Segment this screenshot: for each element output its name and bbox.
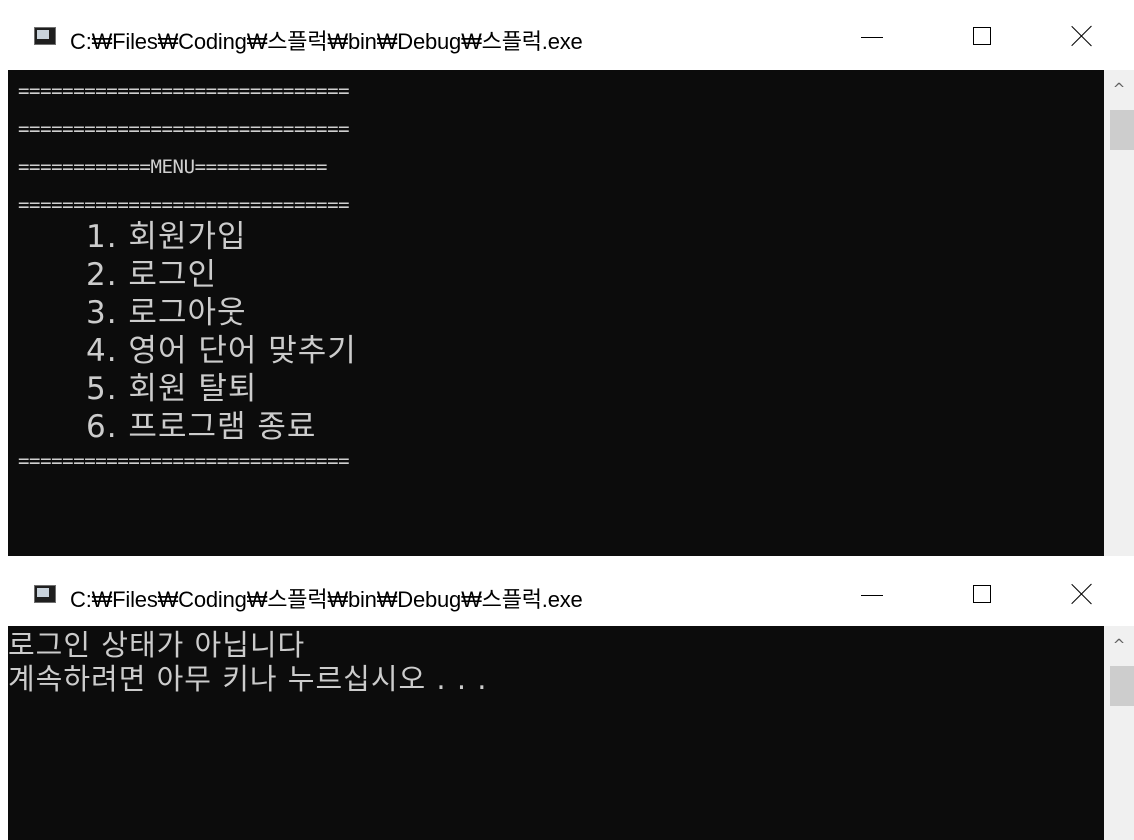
minimize-button[interactable]: [842, 574, 902, 614]
menu-header-line: ============MENU============: [18, 156, 328, 178]
minimize-icon: [861, 36, 883, 38]
scroll-up-arrow-icon[interactable]: ^: [1104, 634, 1134, 656]
title-bar[interactable]: C:₩Files₩Coding₩스플럭₩bin₩Debug₩스플럭.exe: [8, 0, 1134, 70]
window-title: C:₩Files₩Coding₩스플럭₩bin₩Debug₩스플럭.exe: [70, 29, 583, 54]
maximize-button[interactable]: [952, 574, 1012, 614]
scroll-thumb[interactable]: [1110, 110, 1134, 150]
scroll-thumb[interactable]: [1110, 666, 1134, 706]
close-icon: [1071, 25, 1093, 47]
title-bar[interactable]: C:₩Files₩Coding₩스플럭₩bin₩Debug₩스플럭.exe: [8, 562, 1134, 626]
console-output[interactable]: 로그인 상태가 아닙니다 계속하려면 아무 키나 누르십시오 . . .: [8, 626, 1104, 840]
close-button[interactable]: [1052, 16, 1112, 56]
menu-item-login: 2. 로그인: [86, 257, 217, 293]
close-icon: [1071, 583, 1093, 605]
scroll-up-arrow-icon[interactable]: ^: [1104, 78, 1134, 100]
maximize-button[interactable]: [952, 16, 1012, 56]
status-message: 로그인 상태가 아닙니다: [8, 628, 306, 662]
console-window-message: C:₩Files₩Coding₩스플럭₩bin₩Debug₩스플럭.exe 로그…: [8, 562, 1134, 840]
maximize-icon: [973, 585, 991, 603]
separator-line: ==============================: [18, 80, 350, 102]
separator-line: ==============================: [18, 118, 350, 140]
console-app-icon[interactable]: [34, 27, 56, 45]
close-button[interactable]: [1052, 574, 1112, 614]
menu-item-logout: 3. 로그아웃: [86, 295, 247, 331]
separator-line: ==============================: [18, 450, 350, 472]
press-any-key-message: 계속하려면 아무 키나 누르십시오 . . .: [8, 662, 488, 696]
console-window-menu: C:₩Files₩Coding₩스플럭₩bin₩Debug₩스플럭.exe ==…: [8, 0, 1134, 556]
menu-item-withdraw: 5. 회원 탈퇴: [86, 371, 258, 407]
menu-item-word-game: 4. 영어 단어 맞추기: [86, 333, 357, 369]
menu-item-exit: 6. 프로그램 종료: [86, 409, 317, 445]
console-output[interactable]: ============================== =========…: [8, 70, 1104, 556]
console-app-icon[interactable]: [34, 585, 56, 603]
vertical-scrollbar[interactable]: ^: [1104, 70, 1134, 556]
maximize-icon: [973, 27, 991, 45]
vertical-scrollbar[interactable]: ^: [1104, 626, 1134, 840]
window-title: C:₩Files₩Coding₩스플럭₩bin₩Debug₩스플럭.exe: [70, 587, 583, 612]
desktop-edge: [0, 0, 8, 840]
minimize-icon: [861, 594, 883, 596]
menu-item-signup: 1. 회원가입: [86, 219, 247, 255]
minimize-button[interactable]: [842, 16, 902, 56]
